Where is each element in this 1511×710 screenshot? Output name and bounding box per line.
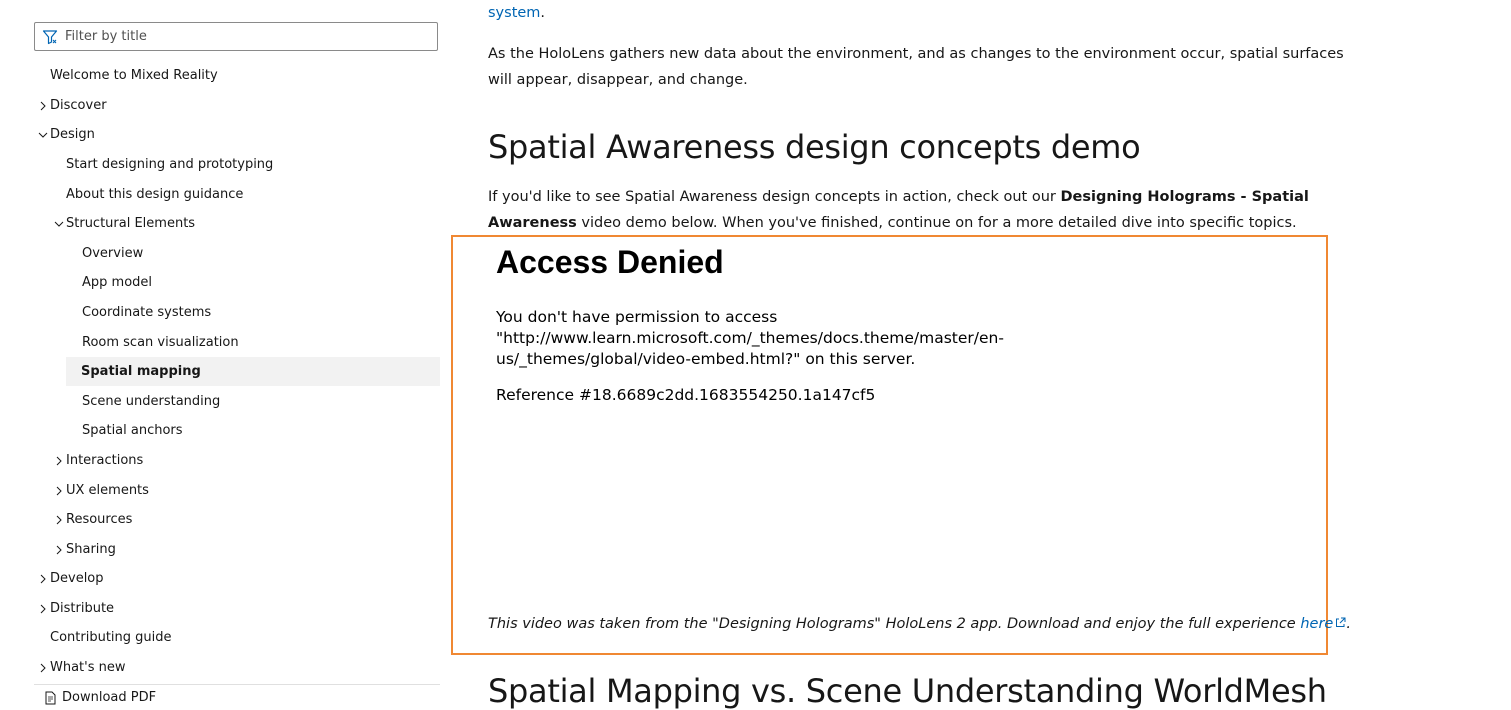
toc-label: Discover	[50, 98, 107, 113]
toc-item-welcome[interactable]: Welcome to Mixed Reality	[50, 61, 218, 90]
toc-label: Sharing	[66, 542, 116, 557]
filter-icon	[42, 29, 58, 45]
toc-label: Structural Elements	[66, 216, 196, 231]
filter-input[interactable]	[65, 24, 437, 49]
toc-item-interactions[interactable]: Interactions	[54, 446, 143, 475]
access-denied-title: Access Denied	[496, 244, 724, 280]
download-pdf-button[interactable]: Download PDF	[44, 690, 156, 705]
heading-spatial-awareness-demo: Spatial Awareness design concepts demo	[488, 128, 1141, 166]
toc-label: Overview	[82, 246, 144, 261]
toc-item-overview[interactable]: Overview	[82, 239, 143, 268]
caption-suffix: .	[1346, 616, 1351, 632]
top-link-suffix: .	[540, 5, 546, 21]
chevron-down-icon	[38, 130, 48, 140]
sidebar-divider	[34, 684, 440, 685]
toc-item-distribute[interactable]: Distribute	[38, 594, 114, 623]
toc-item-sharing[interactable]: Sharing	[54, 535, 116, 564]
toc-item-discover[interactable]: Discover	[38, 91, 107, 120]
chevron-right-icon	[38, 574, 48, 584]
toc-item-scene-understanding[interactable]: Scene understanding	[82, 387, 220, 416]
toc-item-whats-new[interactable]: What's new	[38, 653, 126, 682]
chevron-right-icon	[54, 515, 64, 525]
toc-label: Scene understanding	[82, 394, 221, 409]
heading-mapping-vs-understanding: Spatial Mapping vs. Scene Understanding …	[488, 672, 1327, 710]
pdf-icon	[44, 691, 57, 705]
toc-item-resources[interactable]: Resources	[54, 505, 132, 534]
toc-label: Room scan visualization	[82, 335, 239, 350]
access-denied-message: You don't have permission to access "htt…	[496, 308, 1004, 368]
toc-label: UX elements	[66, 483, 149, 498]
chevron-right-icon	[38, 604, 48, 614]
toc-label: Contributing guide	[50, 630, 172, 645]
toc-item-app-model[interactable]: App model	[82, 268, 152, 297]
chevron-right-icon	[54, 545, 64, 555]
toc-item-contributing-guide[interactable]: Contributing guide	[50, 623, 172, 652]
external-link-icon	[1335, 617, 1346, 628]
toc-label: Start designing and prototyping	[66, 157, 274, 172]
toc-label: Spatial anchors	[82, 423, 183, 438]
toc-item-start-designing[interactable]: Start designing and prototyping	[66, 150, 273, 179]
chevron-right-icon	[54, 456, 64, 466]
toc-item-room-scan[interactable]: Room scan visualization	[82, 328, 239, 357]
toc-label: App model	[82, 275, 153, 290]
toc-label: Spatial mapping	[81, 364, 201, 379]
chevron-right-icon	[54, 486, 64, 496]
here-link-label: here	[1300, 616, 1334, 632]
toc-item-ux-elements[interactable]: UX elements	[54, 476, 149, 505]
download-pdf-label: Download PDF	[62, 690, 157, 705]
toc-item-about-guidance[interactable]: About this design guidance	[66, 180, 243, 209]
demo-intro-text-end: video demo below. When you've finished, …	[576, 215, 1297, 231]
filter-box[interactable]	[34, 22, 438, 51]
video-caption: This video was taken from the "Designing…	[488, 613, 1351, 635]
demo-intro-text: If you'd like to see Spatial Awareness d…	[488, 189, 1061, 205]
toc-item-develop[interactable]: Develop	[38, 564, 104, 593]
toc-label: Resources	[66, 512, 133, 527]
toc-label: About this design guidance	[66, 187, 244, 202]
toc-item-design[interactable]: Design	[38, 120, 95, 149]
toc-label: Interactions	[66, 453, 144, 468]
toc-item-spatial-anchors[interactable]: Spatial anchors	[82, 416, 183, 445]
caption-text: This video was taken from the "Designing…	[488, 616, 1301, 632]
toc-label: What's new	[50, 660, 126, 675]
toc-item-structural-elements[interactable]: Structural Elements	[54, 209, 195, 238]
chevron-right-icon	[38, 663, 48, 673]
chevron-right-icon	[38, 101, 48, 111]
paragraph-surfaces: As the HoloLens gathers new data about t…	[488, 46, 1344, 88]
toc-label: Develop	[50, 571, 104, 586]
video-embed-frame[interactable]	[451, 235, 1328, 655]
top-paragraph-fragment: system.	[488, 0, 545, 26]
toc-item-coordinate-systems[interactable]: Coordinate systems	[82, 298, 211, 327]
paragraph-demo-intro: If you'd like to see Spatial Awareness d…	[488, 184, 1358, 236]
toc-label: Distribute	[50, 601, 115, 616]
system-link[interactable]: system	[488, 5, 540, 21]
toc-item-spatial-mapping[interactable]: Spatial mapping	[66, 357, 440, 386]
toc-label: Coordinate systems	[82, 305, 212, 320]
chevron-down-icon	[54, 219, 64, 229]
access-denied-reference: Reference #18.6689c2dd.1683554250.1a147c…	[496, 386, 876, 404]
toc-label: Welcome to Mixed Reality	[50, 68, 218, 83]
here-link[interactable]: here	[1300, 616, 1346, 632]
toc-label: Design	[50, 127, 95, 142]
